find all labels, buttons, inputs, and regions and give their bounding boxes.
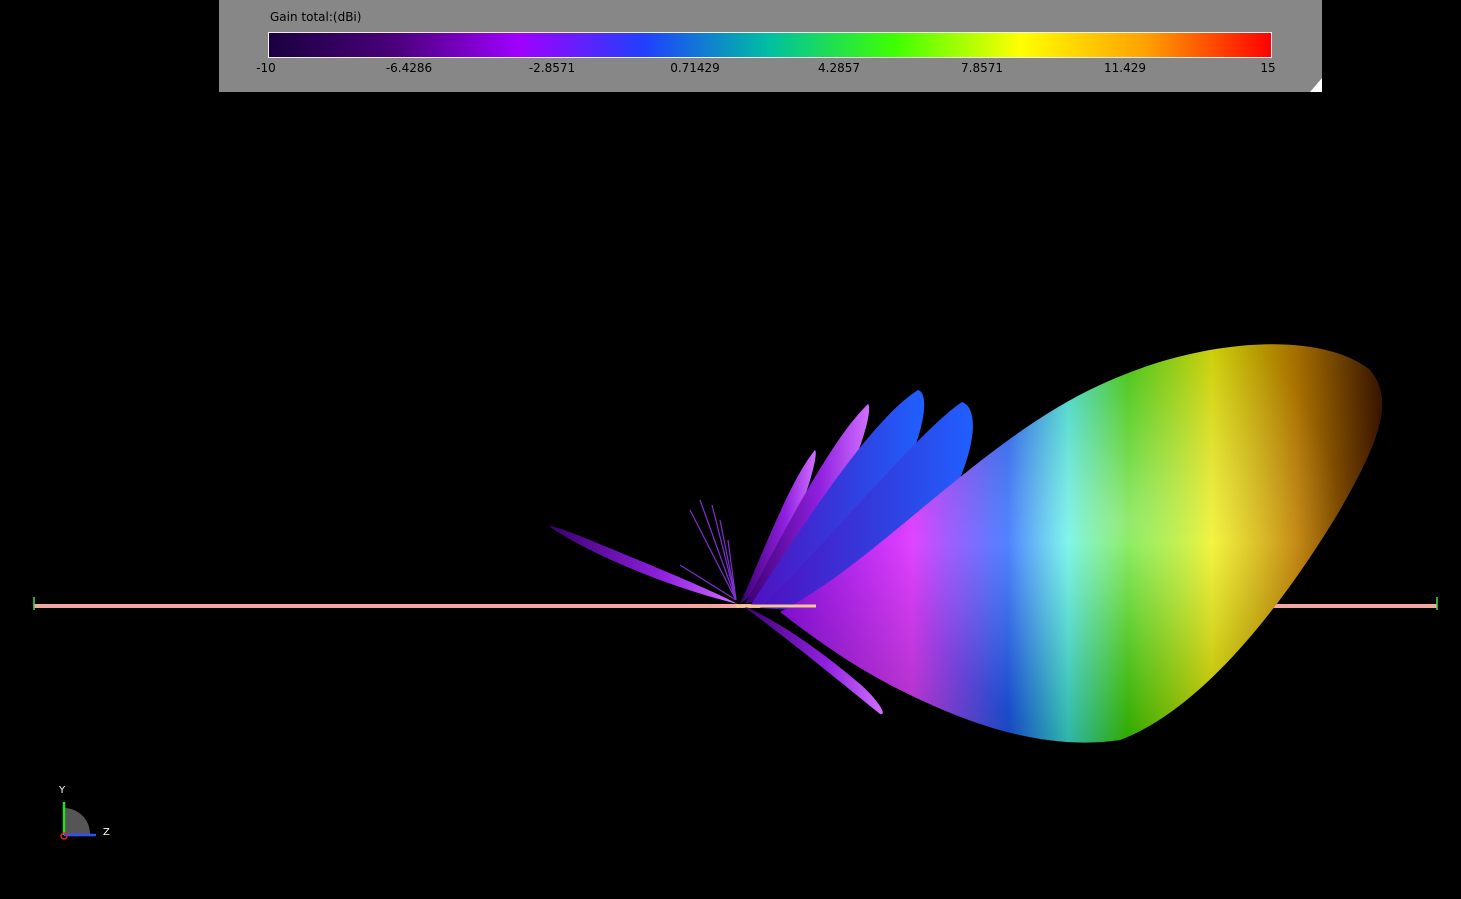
- legend-tick: 7.8571: [961, 61, 1003, 75]
- legend-tick: -6.4286: [385, 61, 433, 75]
- y-axis-label: Y: [58, 785, 66, 796]
- legend-tick: 4.2857: [818, 61, 860, 75]
- legend-tick: 15: [1260, 61, 1276, 75]
- z-axis-label: Z: [103, 827, 110, 838]
- legend-tick: 11.429: [1104, 61, 1146, 75]
- axis-quadrant: [64, 808, 90, 834]
- color-legend-panel: Gain total:(dBi) -10 -6.4286 -2.8571 0.7…: [219, 0, 1322, 92]
- legend-title: Gain total:(dBi): [270, 10, 362, 24]
- colorbar: [268, 32, 1272, 58]
- legend-tick: -10: [256, 61, 276, 75]
- resize-grip[interactable]: [1310, 78, 1322, 92]
- axis-triad: Y Z: [58, 785, 110, 840]
- left-side-lobe: [549, 526, 738, 604]
- 3d-viewport[interactable]: Y Z: [0, 92, 1461, 899]
- legend-tick: 0.71429: [670, 61, 720, 75]
- legend-tick: -2.8571: [528, 61, 576, 75]
